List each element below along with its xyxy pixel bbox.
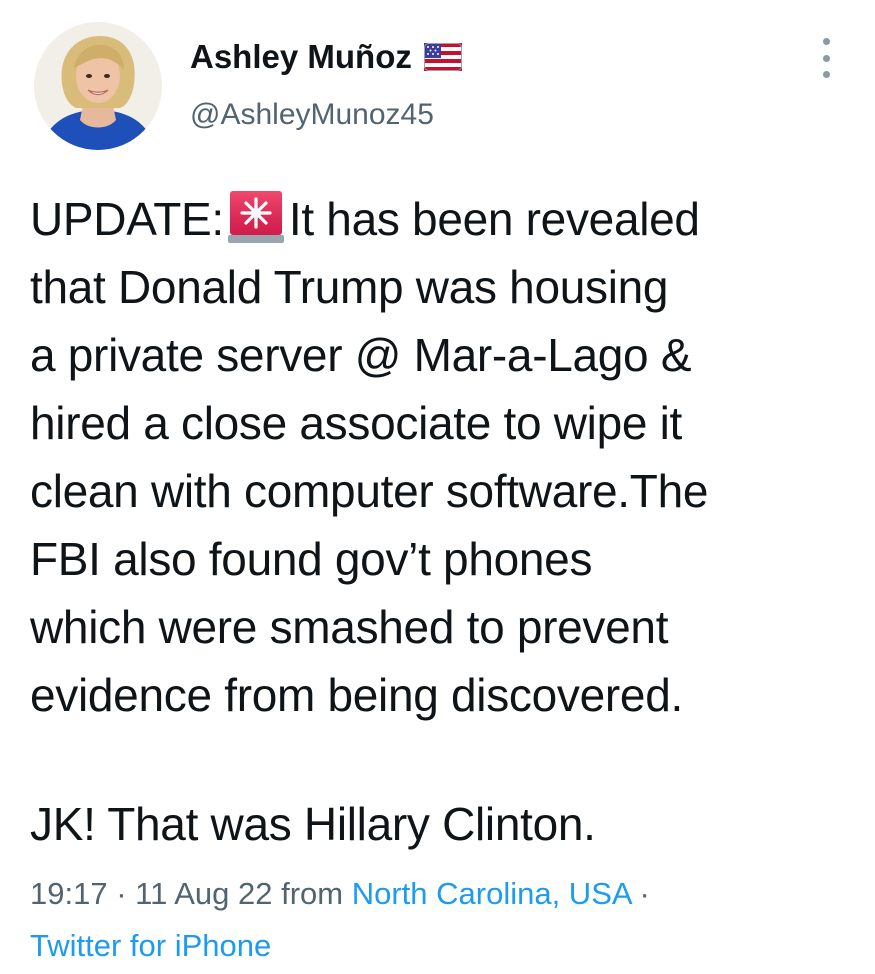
location-link[interactable]: North Carolina, USA — [352, 876, 631, 911]
tweet-card: Ashley Muñoz @AshleyMunoz45 UPDATE: It h… — [0, 0, 875, 974]
meta-separator: · — [107, 876, 136, 911]
tweet-line-after: It has been revealed — [288, 193, 700, 245]
tweet-line: evidence from being discovered. — [30, 669, 683, 721]
tweet-punchline: JK! That was Hillary Clinton. — [30, 798, 596, 850]
tweet-line: which were smashed to prevent — [30, 601, 669, 653]
more-options-button[interactable] — [808, 38, 844, 78]
from-label: from — [272, 876, 352, 911]
tweet-line: that Donald Trump was housing — [30, 261, 669, 313]
tweet-time[interactable]: 19:17 — [30, 876, 108, 911]
tweet-header: Ashley Muñoz @AshleyMunoz45 — [0, 0, 875, 160]
meta-row-1: 19:17 · 11 Aug 22 from North Carolina, U… — [30, 868, 860, 920]
tweet-line: hired a close associate to wipe it — [30, 397, 683, 449]
avatar-photo-icon — [34, 22, 162, 150]
tweet-date[interactable]: 11 Aug 22 — [135, 876, 272, 911]
tweet-line: clean with computer software.The — [30, 465, 709, 517]
display-name-text: Ashley Muñoz — [190, 38, 412, 75]
meta-separator: · — [630, 876, 650, 911]
tweet-meta: 19:17 · 11 Aug 22 from North Carolina, U… — [30, 868, 860, 972]
police-siren-icon — [226, 187, 286, 245]
source-link[interactable]: Twitter for iPhone — [30, 928, 271, 963]
tweet-line: a private server @ Mar-a-Lago & — [30, 329, 692, 381]
display-name[interactable]: Ashley Muñoz — [190, 38, 462, 76]
meta-row-2: Twitter for iPhone — [30, 920, 860, 972]
tweet-line-before: UPDATE: — [30, 193, 224, 245]
avatar[interactable] — [34, 22, 162, 150]
tweet-line: FBI also found gov’t phones — [30, 533, 593, 585]
user-handle[interactable]: @AshleyMunoz45 — [190, 98, 434, 132]
more-dot-icon — [822, 71, 830, 78]
more-dot-icon — [822, 38, 830, 45]
tweet-text: UPDATE: It has been revealed that Donald… — [30, 185, 860, 729]
us-flag-icon — [423, 43, 462, 71]
more-dot-icon — [822, 54, 830, 62]
tweet-line: UPDATE: It has been revealed — [30, 185, 860, 253]
